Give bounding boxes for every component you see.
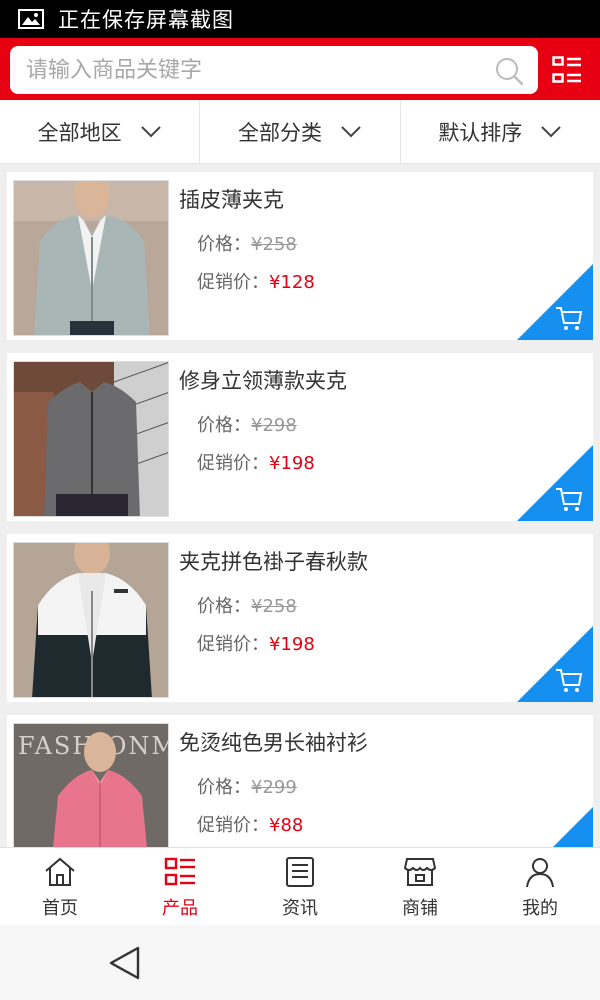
cart-icon <box>556 488 583 511</box>
price-label: 价格： <box>197 777 251 798</box>
home-icon <box>45 857 75 886</box>
filter-region[interactable]: 全部地区 <box>0 100 201 163</box>
promo-label: 促销价： <box>197 453 269 474</box>
search-box[interactable] <box>10 46 538 94</box>
original-price: ¥258 <box>251 234 297 255</box>
nav-news-label: 资讯 <box>282 898 318 919</box>
nav-home[interactable]: 首页 <box>0 848 120 925</box>
add-to-cart-button[interactable] <box>517 807 593 847</box>
nav-me[interactable]: 我的 <box>480 848 600 925</box>
original-price: ¥298 <box>251 415 297 436</box>
product-title[interactable]: 夹克拼色褂子春秋款 <box>179 546 368 576</box>
product-list: 插皮薄夹克 价格：¥258 促销价：¥128 修身立领薄款夹克 价格：¥298 … <box>0 164 600 847</box>
nav-news[interactable]: 资讯 <box>240 848 360 925</box>
promo-label: 促销价： <box>197 815 269 836</box>
user-icon <box>526 858 554 888</box>
promo-price: ¥88 <box>269 815 304 836</box>
screenshot-icon <box>18 9 44 29</box>
category-menu-icon[interactable] <box>552 56 582 84</box>
product-card[interactable]: 修身立领薄款夹克 价格：¥298 促销价：¥198 <box>7 353 593 521</box>
product-card[interactable]: FASHIONMAN 免烫纯色男长袖衬衫 价格：¥299 促销价：¥88 <box>7 715 593 847</box>
news-icon <box>286 857 314 887</box>
filter-category-label: 全部分类 <box>237 120 322 145</box>
filter-bar: 全部地区 全部分类 默认排序 <box>0 100 600 164</box>
promo-label: 促销价： <box>197 634 269 655</box>
promo-row: 促销价：¥88 <box>197 811 303 837</box>
promo-label: 促销价： <box>197 272 269 293</box>
promo-row: 促销价：¥198 <box>197 449 315 475</box>
filter-category[interactable]: 全部分类 <box>200 100 401 163</box>
promo-price: ¥198 <box>269 453 315 474</box>
price-label: 价格： <box>197 234 251 255</box>
chevron-down-icon <box>541 125 562 137</box>
bottom-nav: 首页 产品 资讯 商铺 我的 <box>0 847 600 925</box>
product-title[interactable]: 插皮薄夹克 <box>179 184 284 214</box>
product-title[interactable]: 修身立领薄款夹克 <box>179 365 347 395</box>
filter-region-label: 全部地区 <box>37 120 122 145</box>
product-image[interactable] <box>13 180 169 336</box>
product-list-icon <box>164 857 195 886</box>
chevron-down-icon <box>140 125 161 137</box>
nav-store-label: 商铺 <box>402 898 438 919</box>
add-to-cart-button[interactable] <box>517 264 593 340</box>
status-bar: 正在保存屏幕截图 <box>0 0 600 38</box>
nav-products-label: 产品 <box>162 898 198 919</box>
chevron-down-icon <box>341 125 361 137</box>
filter-sort-label: 默认排序 <box>438 120 523 145</box>
promo-row: 促销价：¥128 <box>197 268 315 294</box>
cart-icon <box>556 307 583 330</box>
price-label: 价格： <box>197 596 251 617</box>
promo-price: ¥198 <box>269 634 315 655</box>
product-image[interactable] <box>13 542 169 698</box>
promo-row: 促销价：¥198 <box>197 630 315 656</box>
original-price: ¥258 <box>251 596 297 617</box>
nav-home-label: 首页 <box>42 898 78 919</box>
price-row: 价格：¥299 <box>197 773 297 799</box>
price-row: 价格：¥298 <box>197 411 297 437</box>
search-icon[interactable] <box>494 56 524 86</box>
nav-me-label: 我的 <box>522 898 558 919</box>
cart-icon <box>556 669 583 692</box>
product-image[interactable]: FASHIONMAN <box>13 723 169 847</box>
price-row: 价格：¥258 <box>197 592 297 618</box>
add-to-cart-button[interactable] <box>517 445 593 521</box>
original-price: ¥299 <box>251 777 297 798</box>
promo-price: ¥128 <box>269 272 315 293</box>
store-icon <box>403 858 437 886</box>
system-nav-bar <box>0 925 600 1000</box>
nav-store[interactable]: 商铺 <box>360 848 480 925</box>
nav-products[interactable]: 产品 <box>120 848 240 925</box>
product-title[interactable]: 免烫纯色男长袖衬衫 <box>179 727 368 757</box>
product-card[interactable]: 夹克拼色褂子春秋款 价格：¥258 促销价：¥198 <box>7 534 593 702</box>
filter-sort[interactable]: 默认排序 <box>401 100 600 163</box>
header <box>0 38 600 100</box>
price-row: 价格：¥258 <box>197 230 297 256</box>
price-label: 价格： <box>197 415 251 436</box>
status-text: 正在保存屏幕截图 <box>58 8 234 32</box>
add-to-cart-button[interactable] <box>517 626 593 702</box>
back-icon[interactable] <box>108 945 142 981</box>
product-image[interactable] <box>13 361 169 517</box>
search-input[interactable] <box>26 46 476 94</box>
product-card[interactable]: 插皮薄夹克 价格：¥258 促销价：¥128 <box>7 172 593 340</box>
